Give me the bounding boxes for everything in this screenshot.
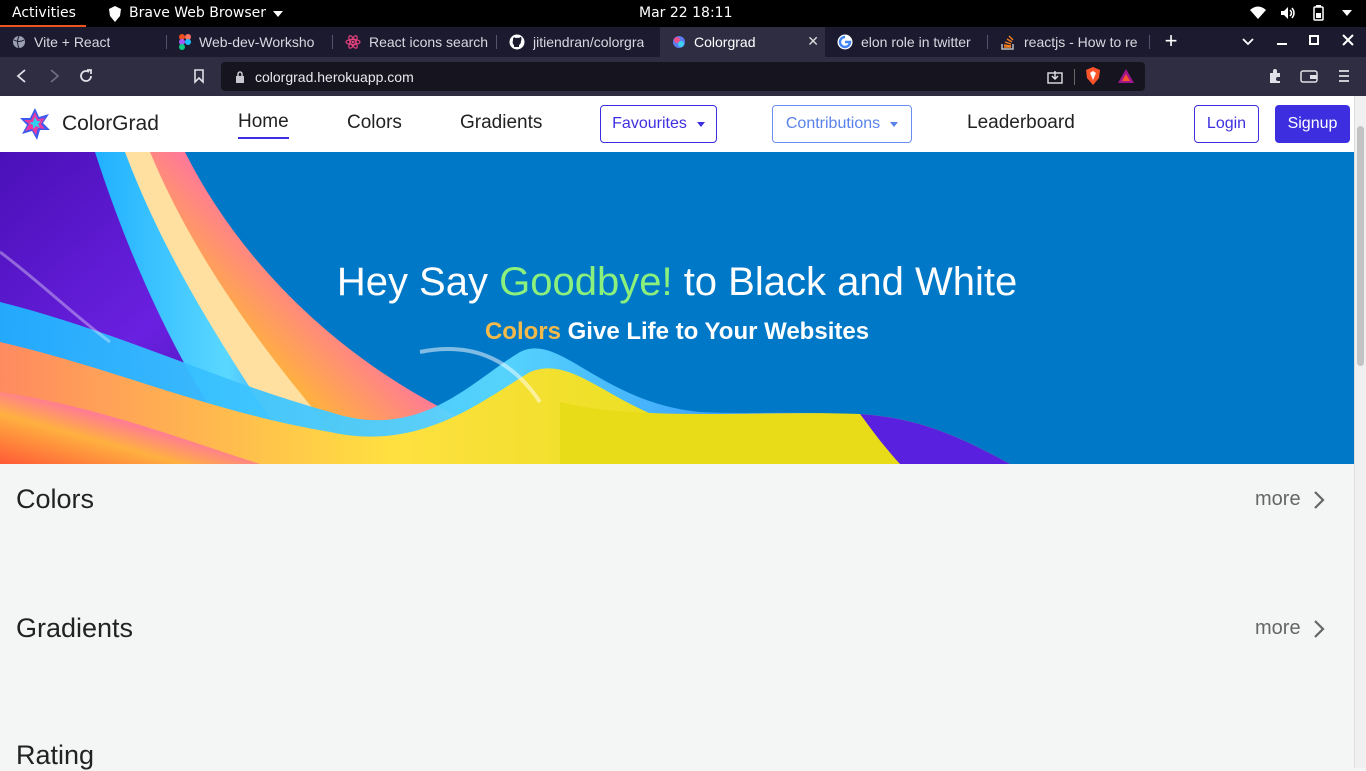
- chevron-right-icon: [1313, 619, 1325, 638]
- tab-title: elon role in twitter: [861, 34, 971, 50]
- close-window-icon[interactable]: [1330, 33, 1366, 51]
- wifi-icon: [1250, 6, 1266, 19]
- tab-separator: [1149, 35, 1150, 49]
- tab[interactable]: Web-dev-Worksho: [167, 27, 333, 57]
- nav-link-home-label: Home: [238, 111, 289, 139]
- tab-title: jitiendran/colorgra: [533, 34, 645, 50]
- nav-link-colors[interactable]: Colors: [347, 96, 402, 152]
- tab-title: React icons search: [369, 34, 489, 50]
- hero-title-part2: to Black and White: [672, 260, 1018, 304]
- figma-icon: [179, 34, 191, 50]
- system-top-bar: Activities Brave Web Browser Mar 22 18:1…: [0, 0, 1366, 27]
- menu-icon[interactable]: [1338, 68, 1350, 84]
- tab[interactable]: React icons search: [333, 27, 497, 57]
- app-name: Brave Web Browser: [129, 5, 266, 21]
- url-text: colorgrad.herokuapp.com: [255, 68, 414, 85]
- tab-title: reactjs - How to re: [1024, 34, 1138, 50]
- new-tab-button[interactable]: +: [1160, 30, 1182, 54]
- hero-banner: Hey Say Goodbye! to Black and White Colo…: [0, 152, 1354, 464]
- google-icon: [837, 34, 853, 50]
- install-icon[interactable]: [1047, 69, 1063, 85]
- system-tray[interactable]: [1250, 5, 1352, 21]
- hero-gradient-artwork: [0, 152, 1354, 464]
- lock-icon: [236, 70, 244, 83]
- nav-link-gradients[interactable]: Gradients: [460, 96, 542, 152]
- tab-active[interactable]: Colorgrad ✕: [660, 27, 825, 57]
- minimize-icon[interactable]: [1266, 33, 1298, 51]
- volume-icon: [1281, 7, 1295, 19]
- gradients-more-link[interactable]: more: [1255, 617, 1325, 640]
- caret-down-icon: [890, 121, 899, 127]
- github-icon: [509, 34, 525, 50]
- site-navbar: ColorGrad Home Colors Gradients Favourit…: [0, 96, 1354, 152]
- close-tab-icon[interactable]: ✕: [807, 33, 819, 50]
- favourites-dropdown[interactable]: Favourites: [600, 105, 717, 143]
- stackoverflow-icon: [1001, 35, 1014, 50]
- brave-rewards-icon[interactable]: [1117, 68, 1135, 84]
- chevron-down-icon: [273, 10, 283, 17]
- battery-icon: [1313, 5, 1324, 21]
- globe-icon: [13, 35, 25, 49]
- caret-down-icon: [696, 121, 705, 127]
- brand-name: ColorGrad: [62, 112, 159, 135]
- colors-more-link[interactable]: more: [1255, 488, 1325, 511]
- signup-button[interactable]: Signup: [1275, 105, 1350, 143]
- more-label: more: [1255, 617, 1301, 639]
- brave-lion-icon: [109, 5, 121, 22]
- tab-title: Colorgrad: [694, 34, 756, 50]
- hero-title-highlight: Goodbye!: [499, 260, 673, 304]
- power-menu-arrow-icon: [1342, 10, 1352, 16]
- favourites-label: Favourites: [612, 115, 687, 132]
- browser-tab-strip: Vite + React Web-dev-Worksho React icons…: [0, 27, 1366, 57]
- tab[interactable]: jitiendran/colorgra: [497, 27, 660, 57]
- react-icon: [345, 35, 361, 49]
- login-button[interactable]: Login: [1194, 105, 1259, 143]
- window-controls: [1230, 27, 1366, 57]
- hero-subtitle-highlight: Colors: [484, 318, 561, 345]
- hero-title: Hey Say Goodbye! to Black and White: [0, 260, 1354, 305]
- forward-icon[interactable]: [46, 68, 62, 84]
- tab-list-chevron-icon[interactable]: [1230, 33, 1266, 51]
- activities-button[interactable]: Activities: [0, 0, 86, 27]
- rating-section-title: Rating: [16, 740, 95, 770]
- contributions-dropdown[interactable]: Contributions: [772, 105, 912, 143]
- colors-section-title: Colors: [16, 484, 95, 514]
- colorgrad-logo-icon: [20, 108, 50, 140]
- browser-toolbar: colorgrad.herokuapp.com: [0, 57, 1366, 96]
- chevron-right-icon: [1313, 490, 1325, 509]
- hero-title-part1: Hey Say: [336, 260, 500, 304]
- url-divider: [1074, 69, 1075, 85]
- tab[interactable]: elon role in twitter: [825, 27, 988, 57]
- scrollbar-thumb[interactable]: [1357, 126, 1364, 366]
- reload-icon[interactable]: [78, 68, 94, 84]
- gradients-section-title: Gradients: [16, 613, 134, 643]
- more-label: more: [1255, 488, 1301, 510]
- back-icon[interactable]: [14, 68, 30, 84]
- nav-link-home[interactable]: Home: [238, 96, 289, 152]
- contributions-label: Contributions: [785, 115, 881, 132]
- brand[interactable]: ColorGrad: [20, 108, 159, 140]
- hero-subtitle: Colors Give Life to Your Websites: [0, 318, 1354, 346]
- maximize-icon[interactable]: [1298, 33, 1330, 51]
- tab-title: Vite + React: [34, 34, 111, 50]
- nav-link-leaderboard[interactable]: Leaderboard: [967, 96, 1075, 152]
- wallet-icon[interactable]: [1300, 68, 1318, 84]
- tab[interactable]: reactjs - How to re: [988, 27, 1150, 57]
- hero-subtitle-rest: Give Life to Your Websites: [560, 318, 870, 345]
- colorgrad-icon: [673, 36, 685, 48]
- brave-shields-icon[interactable]: [1085, 67, 1101, 85]
- page-scrollbar[interactable]: [1354, 96, 1366, 768]
- address-bar[interactable]: colorgrad.herokuapp.com: [221, 62, 1145, 91]
- extensions-icon[interactable]: [1267, 68, 1283, 84]
- tab-title: Web-dev-Worksho: [199, 34, 315, 50]
- clock[interactable]: Mar 22 18:11: [639, 0, 732, 27]
- tab[interactable]: Vite + React: [0, 27, 167, 57]
- app-menu[interactable]: Brave Web Browser: [108, 0, 283, 27]
- bookmark-icon[interactable]: [192, 68, 206, 84]
